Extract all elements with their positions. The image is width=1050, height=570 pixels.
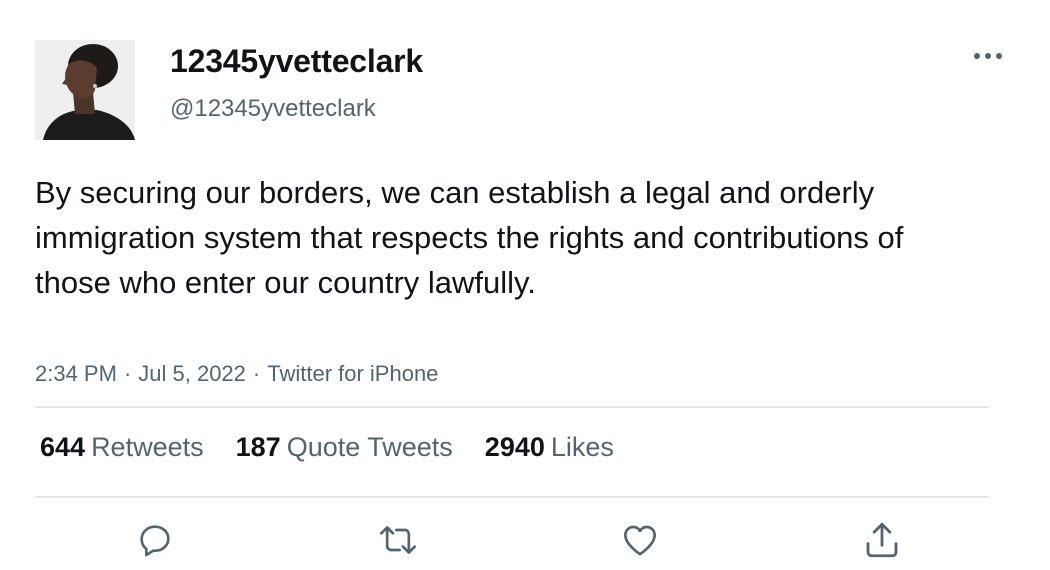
profile-photo-icon — [35, 40, 135, 140]
divider — [35, 496, 989, 498]
quote-tweets-count: 187 — [235, 432, 281, 462]
tweet-meta: 2:34 PM · Jul 5, 2022 · Twitter for iPhone — [35, 361, 438, 387]
reply-icon — [140, 525, 170, 557]
likes-count: 2940 — [484, 432, 545, 462]
tweet-text: By securing our borders, we can establis… — [35, 175, 904, 300]
quote-tweets-stat[interactable]: 187 Quote Tweets — [236, 432, 453, 463]
more-icon — [974, 53, 1002, 59]
share-button[interactable] — [860, 518, 904, 562]
retweet-button[interactable] — [376, 518, 420, 562]
retweets-count: 644 — [40, 432, 86, 462]
display-name[interactable]: 12345yvetteclark — [170, 43, 423, 80]
share-icon — [866, 522, 898, 558]
likes-label: Likes — [550, 432, 614, 462]
meta-separator: · — [252, 361, 261, 386]
meta-separator: · — [123, 361, 132, 386]
like-button[interactable] — [618, 518, 662, 562]
retweet-icon — [380, 526, 416, 554]
retweets-label: Retweets — [91, 432, 204, 462]
heart-icon — [624, 525, 656, 556]
tweet-stats: 644 Retweets 187 Quote Tweets 2940 Likes — [40, 432, 614, 463]
tweet-date[interactable]: Jul 5, 2022 — [138, 361, 246, 386]
retweets-stat[interactable]: 644 Retweets — [40, 432, 204, 463]
more-options-button[interactable] — [965, 40, 1011, 72]
quote-tweets-label: Quote Tweets — [286, 432, 453, 462]
avatar[interactable] — [35, 40, 135, 140]
likes-stat[interactable]: 2940 Likes — [485, 432, 614, 463]
divider — [35, 406, 989, 408]
user-handle[interactable]: @12345yvetteclark — [170, 95, 376, 123]
reply-button[interactable] — [133, 518, 177, 562]
tweet-source[interactable]: Twitter for iPhone — [267, 361, 438, 386]
tweet-time[interactable]: 2:34 PM — [35, 361, 117, 386]
